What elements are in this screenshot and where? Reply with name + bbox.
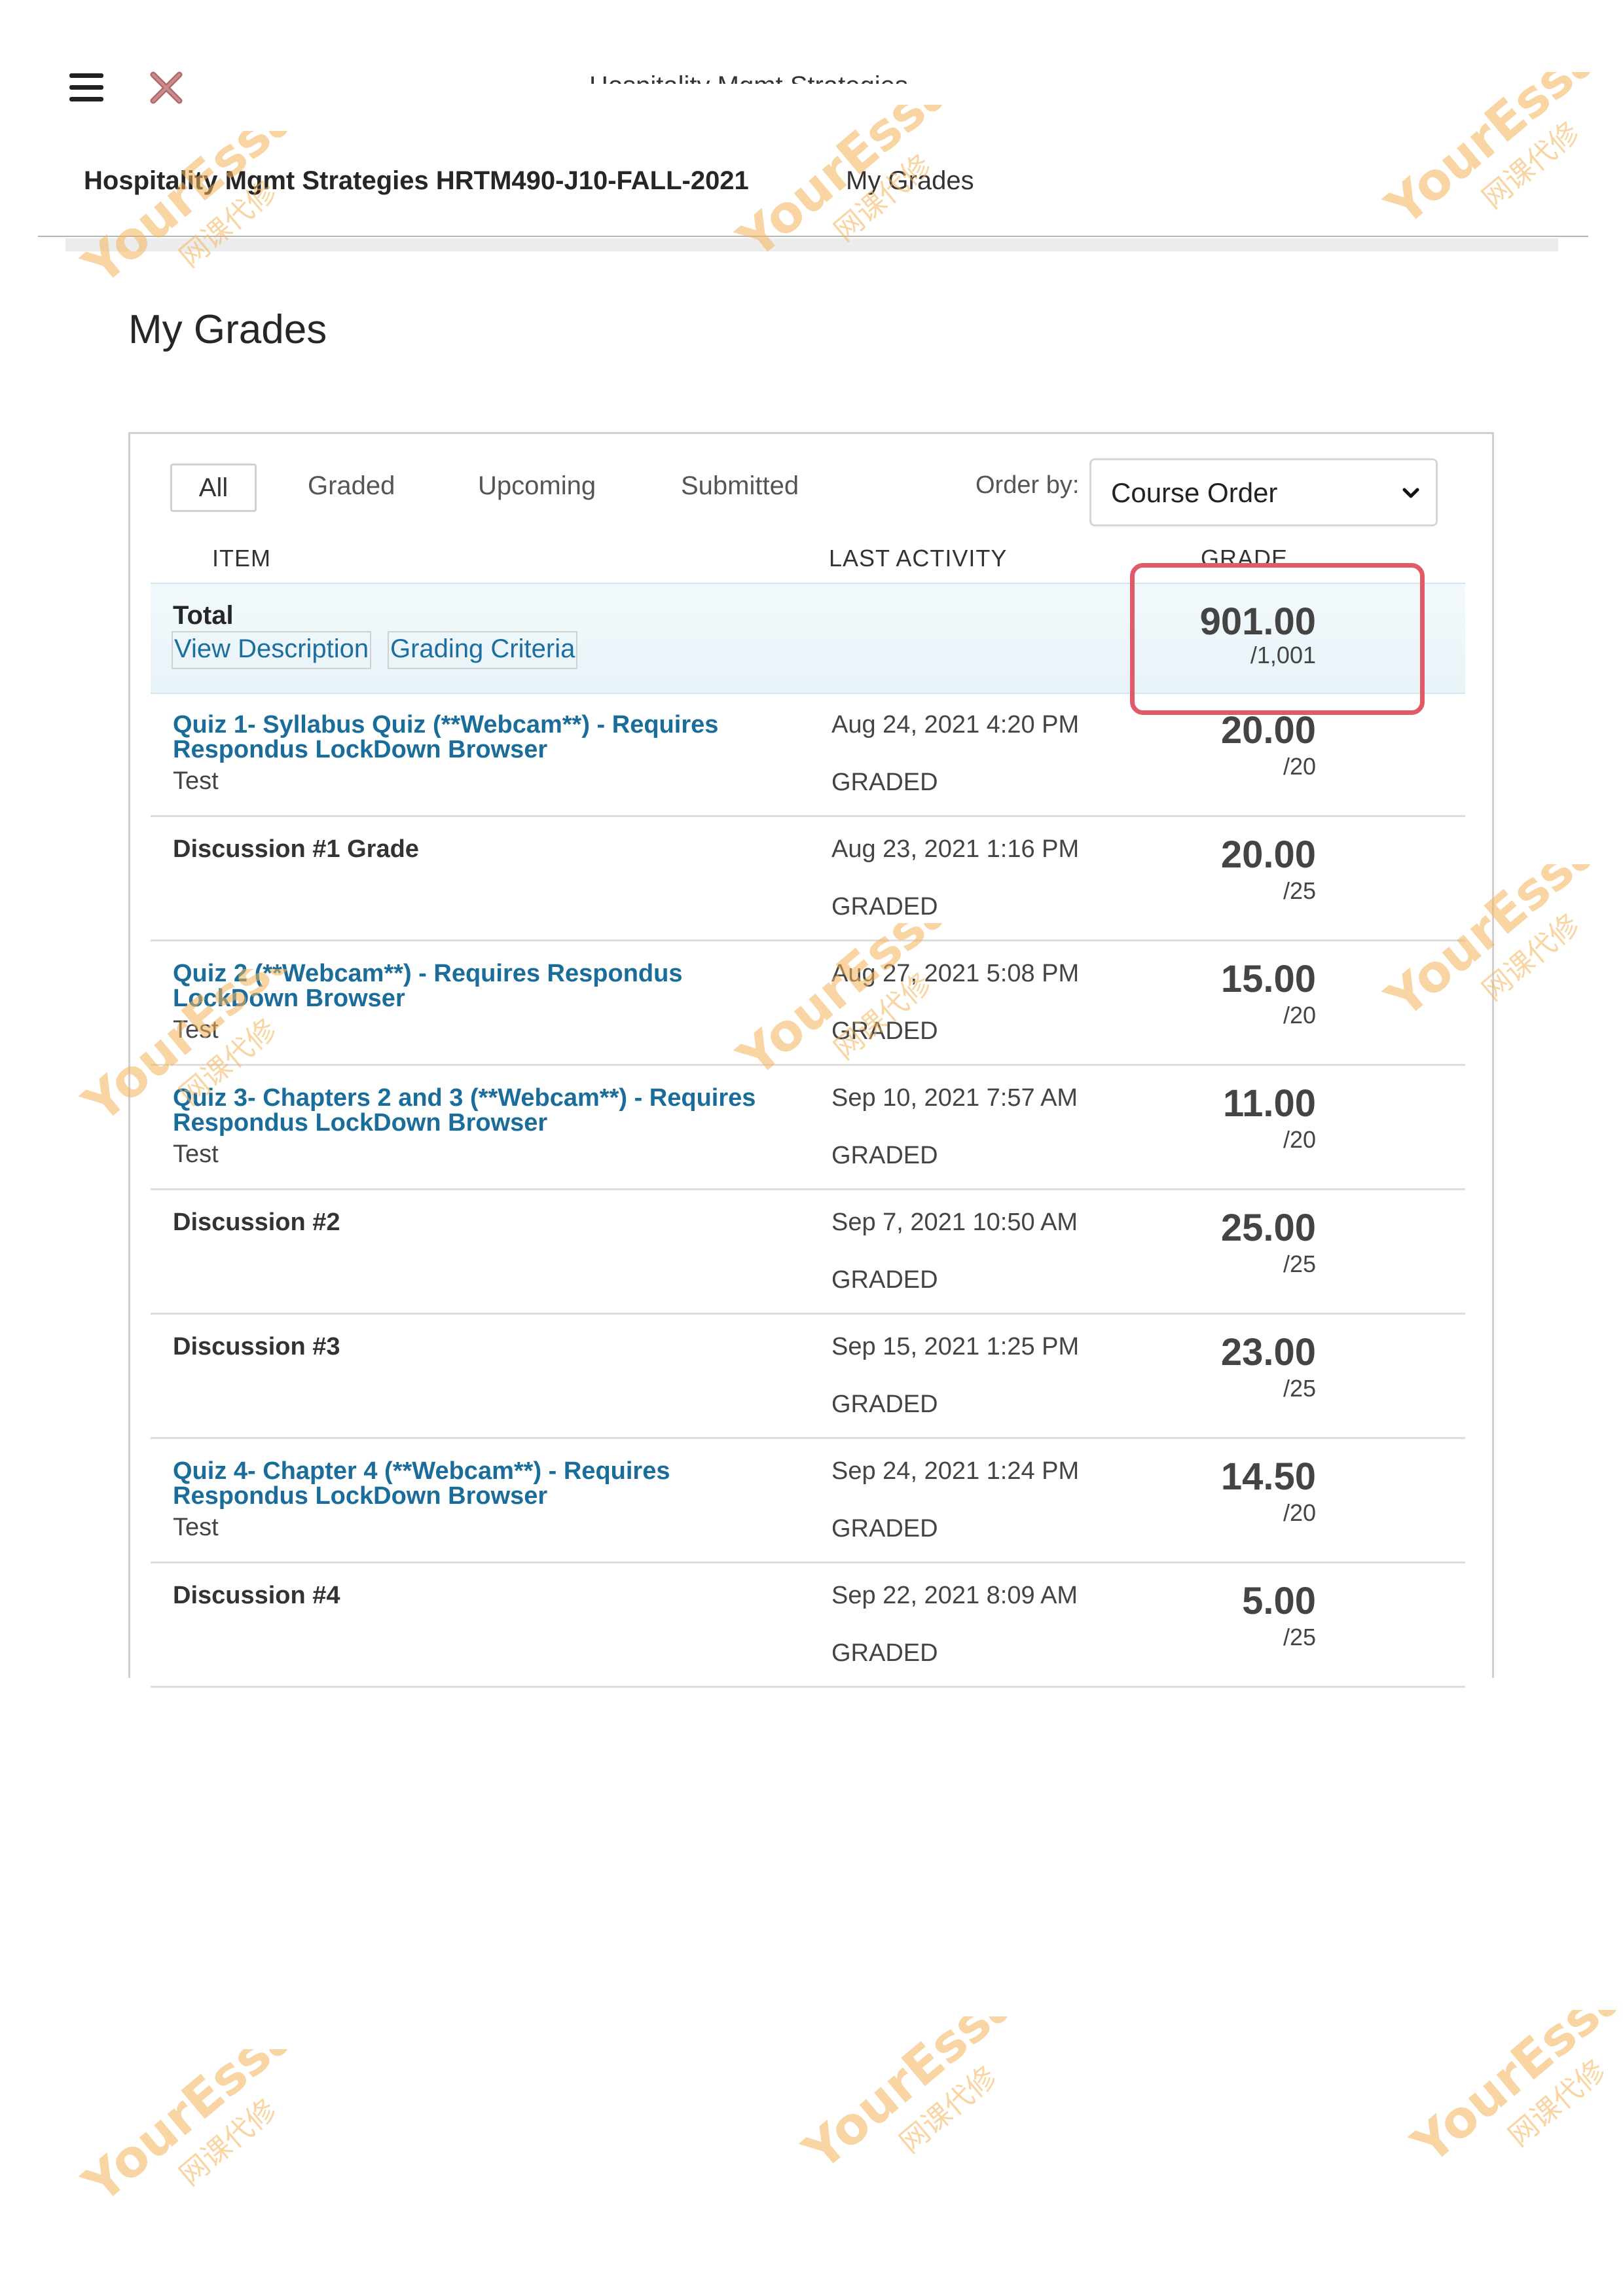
item-title[interactable]: Quiz 1- Syllabus Quiz (**Webcam**) - Req… (173, 712, 801, 762)
item-title: Discussion #4 (173, 1582, 340, 1609)
activity-status: GRADED (831, 1515, 938, 1542)
activity-date: Sep 7, 2021 10:50 AM (831, 1209, 1078, 1236)
item-score: 23.00 (1220, 1331, 1316, 1374)
item-score: 11.00 (1223, 1082, 1316, 1125)
order-by-label: Order by: (976, 471, 1080, 499)
item-title: Discussion #2 (173, 1209, 340, 1236)
svg-text:网课代修: 网课代修 (1502, 2054, 1612, 2153)
window-title: Hospitality Mgmt Strategies (589, 60, 1048, 84)
activity-status: GRADED (831, 1391, 938, 1418)
item-title[interactable]: Quiz 2 (**Webcam**) - Requires Respondus… (173, 961, 801, 1011)
activity-status: GRADED (831, 893, 938, 920)
watermark-logo: YourEssay网课代修 (792, 2016, 1053, 2167)
item-max: /20 (1283, 1126, 1316, 1153)
filter-upcoming-button[interactable]: Upcoming (478, 464, 596, 508)
activity-status: GRADED (831, 1266, 938, 1294)
filter-submitted-button[interactable]: Submitted (681, 464, 799, 508)
filter-all-button[interactable]: All (170, 464, 257, 512)
item-score: 15.00 (1220, 958, 1316, 1000)
menu-icon[interactable] (69, 73, 103, 102)
view-description-link[interactable]: View Description (172, 631, 372, 669)
header-divider (38, 236, 1588, 237)
watermark-logo: YourEssay网课代修 (1401, 2010, 1623, 2160)
item-title: Discussion #1 Grade (173, 835, 419, 863)
activity-date: Sep 10, 2021 7:57 AM (831, 1084, 1078, 1112)
item-max: /20 (1283, 1002, 1316, 1029)
header-shadow (65, 238, 1558, 251)
chevron-down-icon (1402, 488, 1419, 498)
item-title[interactable]: Quiz 3- Chapters 2 and 3 (**Webcam**) - … (173, 1085, 801, 1135)
order-by-value: Course Order (1111, 477, 1278, 508)
breadcrumb-course[interactable]: Hospitality Mgmt Strategies HRTM490-J10-… (84, 166, 749, 196)
item-max: /25 (1283, 877, 1316, 904)
svg-text:YourEssay: YourEssay (1375, 72, 1623, 223)
breadcrumb-current: My Grades (846, 166, 974, 195)
activity-status: GRADED (831, 1639, 938, 1667)
item-score: 5.00 (1242, 1580, 1316, 1622)
item-title: Discussion #3 (173, 1333, 340, 1360)
filter-graded-button[interactable]: Graded (308, 464, 395, 508)
svg-text:YourEssay: YourEssay (792, 2016, 1053, 2167)
svg-text:网课代修: 网课代修 (1476, 116, 1586, 215)
item-max: /20 (1283, 1499, 1316, 1526)
item-type: Test (173, 767, 219, 795)
watermark-logo: YourEssay网课代修 (1375, 72, 1623, 223)
item-type: Test (173, 1140, 219, 1168)
activity-date: Aug 23, 2021 1:16 PM (831, 835, 1080, 863)
svg-text:YourEssay: YourEssay (1401, 2010, 1623, 2160)
activity-status: GRADED (831, 1017, 938, 1045)
item-score: 20.00 (1220, 833, 1316, 876)
svg-text:YourEssay: YourEssay (72, 2049, 333, 2200)
close-icon[interactable] (147, 68, 186, 107)
grading-criteria-link[interactable]: Grading Criteria (388, 631, 578, 669)
item-type: Test (173, 1016, 219, 1044)
svg-text:YourEssay: YourEssay (72, 131, 333, 282)
svg-text:网课代修: 网课代修 (828, 149, 938, 248)
activity-status: GRADED (831, 769, 938, 796)
column-header-item: ITEM (212, 545, 271, 572)
activity-date: Aug 27, 2021 5:08 PM (831, 960, 1080, 987)
item-max: /25 (1283, 1250, 1316, 1277)
activity-date: Sep 24, 2021 1:24 PM (831, 1457, 1080, 1485)
watermark-logo: YourEssay网课代修 (72, 2049, 333, 2200)
activity-date: Sep 15, 2021 1:25 PM (831, 1333, 1080, 1360)
order-by-select[interactable]: Course Order (1089, 458, 1438, 526)
item-max: /25 (1283, 1624, 1316, 1650)
total-label: Total (173, 601, 234, 630)
svg-text:网课代修: 网课代修 (173, 2093, 283, 2193)
item-score: 20.00 (1220, 709, 1316, 752)
item-max: /20 (1283, 753, 1316, 780)
activity-status: GRADED (831, 1142, 938, 1169)
activity-date: Aug 24, 2021 4:20 PM (831, 711, 1080, 738)
watermark-logo: YourEssay网课代修 (72, 131, 333, 282)
item-type: Test (173, 1514, 219, 1541)
activity-date: Sep 22, 2021 8:09 AM (831, 1582, 1078, 1609)
item-score: 14.50 (1220, 1455, 1316, 1498)
item-title[interactable]: Quiz 4- Chapter 4 (**Webcam**) - Require… (173, 1459, 801, 1508)
item-score: 25.00 (1220, 1207, 1316, 1249)
page-title: My Grades (128, 307, 327, 352)
column-header-activity: LAST ACTIVITY (829, 545, 1008, 572)
item-max: /25 (1283, 1375, 1316, 1402)
svg-text:网课代修: 网课代修 (893, 2060, 1003, 2160)
